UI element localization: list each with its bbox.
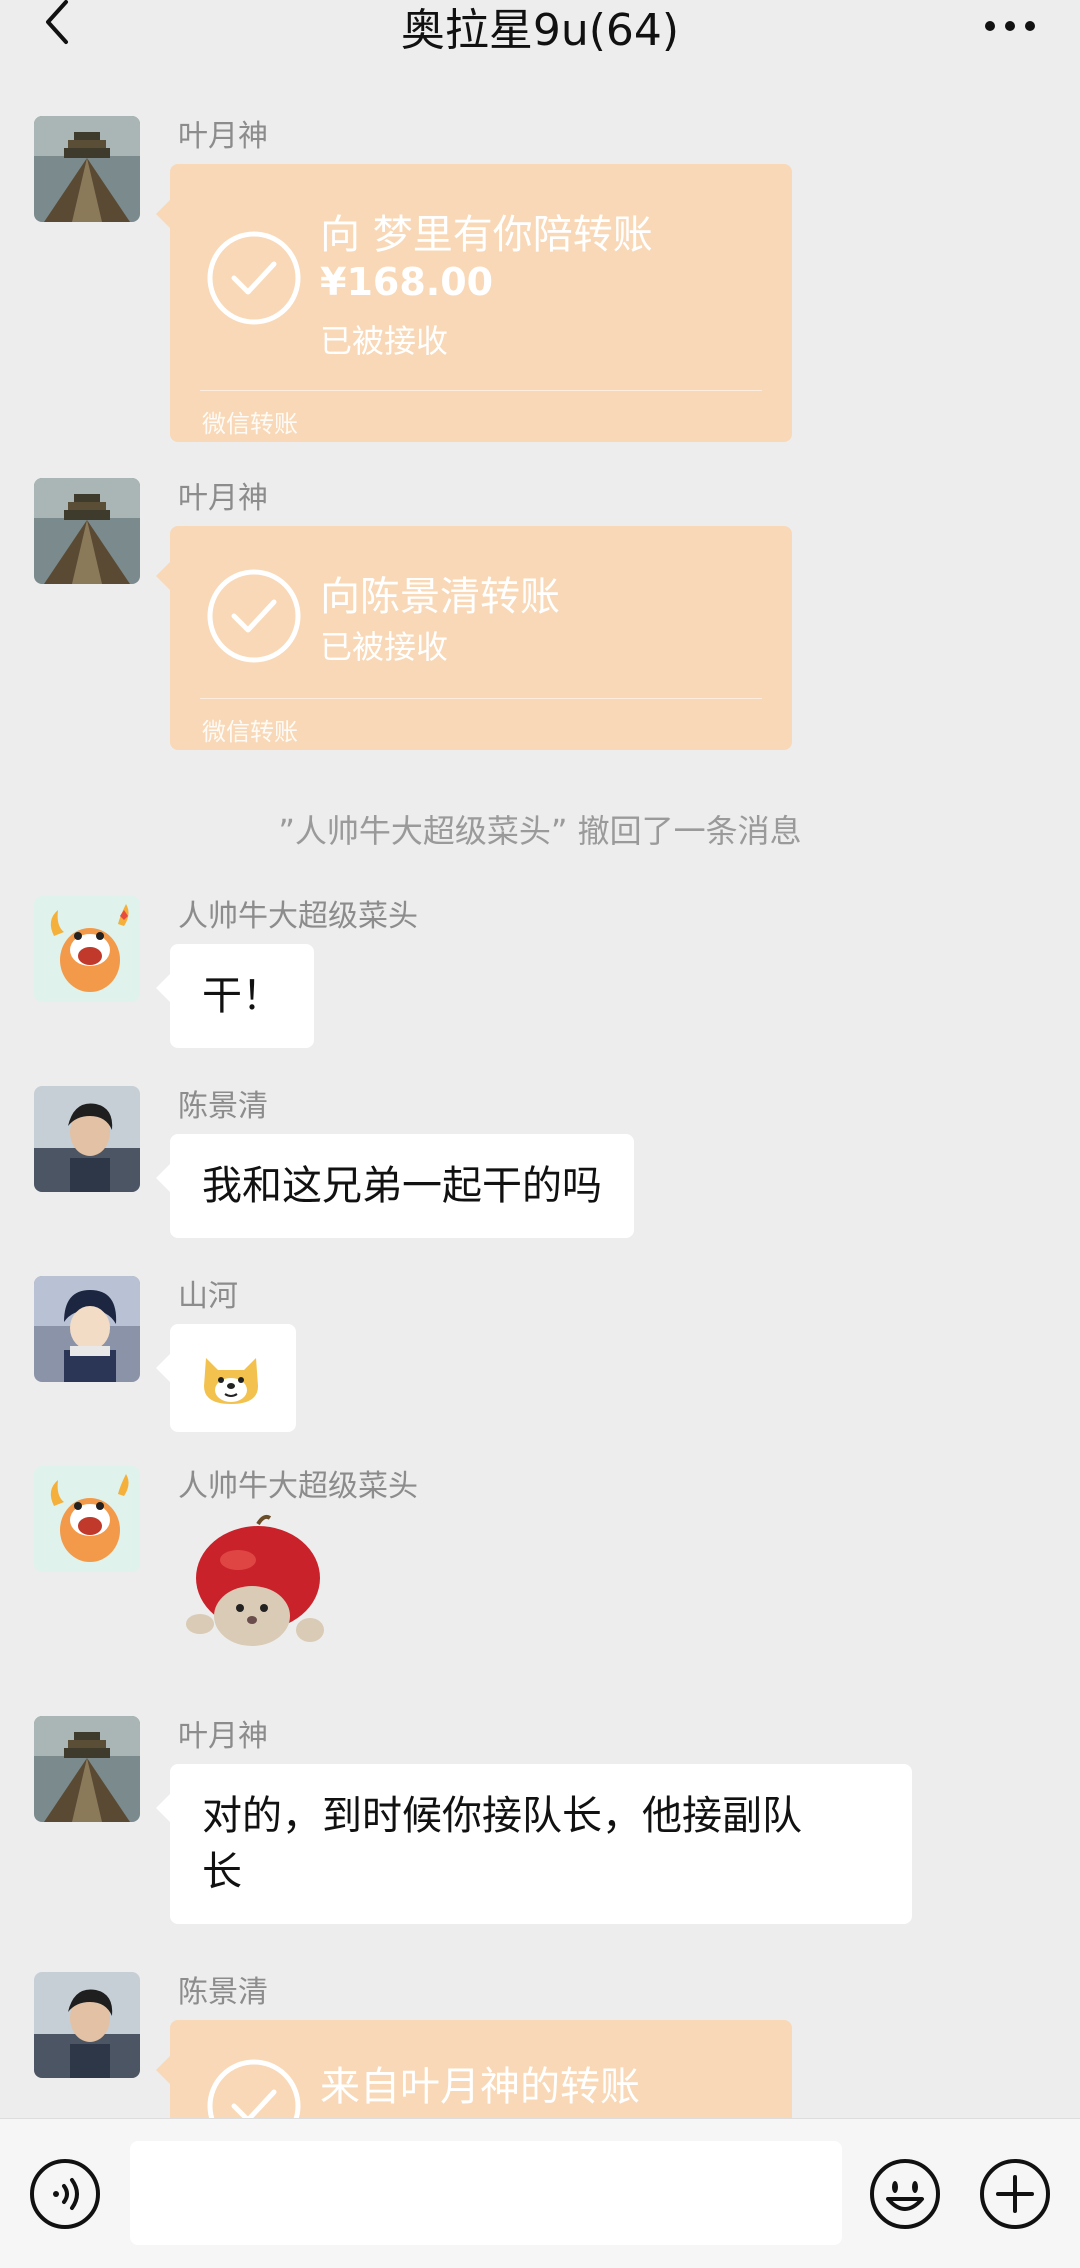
transfer-footer: 微信转账: [202, 410, 298, 438]
transfer-amount: ¥168.00: [320, 260, 494, 304]
message-bubble[interactable]: [156, 1324, 296, 1432]
sender-name: 人帅牛大超级菜头: [178, 1469, 418, 1504]
avatar[interactable]: [34, 1086, 140, 1192]
message-bubble[interactable]: 对的，到时候你接队长，他接副队 长: [156, 1764, 912, 1924]
transfer-status: 已被接收: [320, 322, 449, 360]
apple-cat-sticker[interactable]: [178, 1512, 338, 1656]
avatar[interactable]: [34, 1972, 140, 2078]
transfer-card[interactable]: 向陈景清转账 已被接收 微信转账: [156, 526, 792, 750]
avatar[interactable]: [34, 1276, 140, 1382]
charmander-avatar-image: [34, 896, 140, 1002]
plus-button[interactable]: [978, 2157, 1052, 2231]
transfer-title: 向陈景清转账: [320, 574, 560, 620]
sender-name: 山河: [178, 1279, 238, 1314]
check-circle-icon: [207, 231, 301, 325]
message-line: 长: [202, 1849, 242, 1895]
person-avatar-image: [34, 1086, 140, 1192]
temple-avatar-image: [34, 1716, 140, 1822]
person-avatar-image: [34, 1972, 140, 2078]
sender-name: 叶月神: [178, 119, 268, 154]
chat-screen: 奥拉星9u(64) 叶月神 向 梦里有你陪转账 ¥168.00 已被接收 微信转…: [0, 0, 1080, 2268]
transfer-title: 来自叶月神的转账: [320, 2064, 640, 2110]
chat-title: 奥拉星9u(64): [400, 5, 680, 56]
avatar[interactable]: [34, 478, 140, 584]
transfer-footer: 微信转账: [202, 718, 298, 746]
temple-avatar-image: [34, 478, 140, 584]
transfer-status: 已被接收: [320, 628, 449, 666]
message-bubble[interactable]: 干！: [156, 944, 314, 1048]
emoji-icon: [870, 2159, 940, 2229]
apple-cat-sticker-image: [186, 1514, 324, 1646]
avatar[interactable]: [34, 116, 140, 222]
transfer-title: 向 梦里有你陪转账: [320, 212, 653, 258]
check-circle-icon: [207, 569, 301, 663]
transfer-card[interactable]: 向 梦里有你陪转账 ¥168.00 已被接收 微信转账: [156, 164, 792, 442]
voice-icon: [30, 2159, 100, 2229]
input-bar: [0, 2118, 1080, 2268]
anime-avatar-image: [34, 1276, 140, 1382]
more-dots-icon: [985, 21, 1035, 31]
sender-name: 人帅牛大超级菜头: [178, 899, 418, 934]
avatar[interactable]: [34, 896, 140, 1002]
plus-icon: [980, 2159, 1050, 2229]
avatar[interactable]: [34, 1716, 140, 1822]
message-input[interactable]: [130, 2141, 842, 2245]
doge-emoji-icon: [204, 1358, 258, 1404]
avatar[interactable]: [34, 1466, 140, 1572]
sender-name: 叶月神: [178, 1719, 268, 1754]
emoji-button[interactable]: [868, 2157, 942, 2231]
chat-header: 奥拉星9u(64): [0, 0, 1080, 60]
voice-button[interactable]: [28, 2157, 102, 2231]
more-button[interactable]: [980, 6, 1040, 46]
divider: [200, 698, 762, 699]
message-line: 对的，到时候你接队长，他接副队: [202, 1793, 802, 1839]
recall-notice: ”人帅牛大超级菜头” 撤回了一条消息: [278, 812, 802, 850]
divider: [200, 390, 762, 391]
temple-avatar-image: [34, 116, 140, 222]
sender-name: 陈景清: [178, 1975, 268, 2010]
sender-name: 叶月神: [178, 481, 268, 516]
charmander-avatar-image: [34, 1466, 140, 1572]
message-bubble[interactable]: 我和这兄弟一起干的吗: [156, 1134, 634, 1238]
sender-name: 陈景清: [178, 1089, 268, 1124]
